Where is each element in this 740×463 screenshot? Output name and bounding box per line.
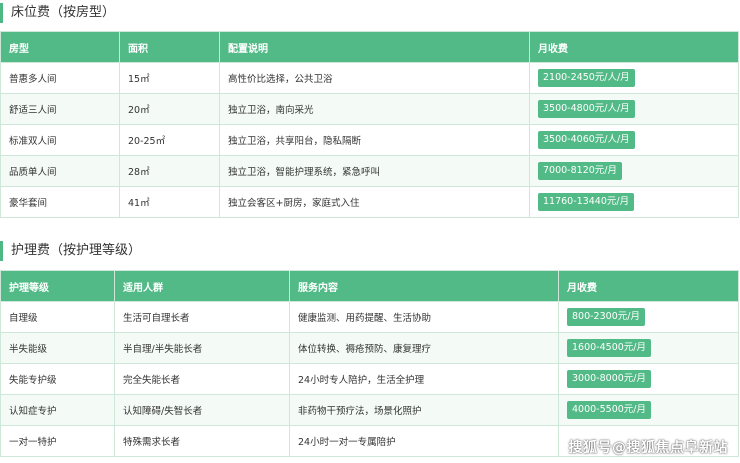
care-level: 认知症专护	[0, 394, 115, 426]
price-cell: 3500-4060元/人/月	[529, 124, 739, 156]
room-config: 独立卫浴，智能护理系统，紧急呼叫	[219, 155, 530, 187]
table-row: 自理级 生活可自理长者 健康监测、用药提醒、生活协助 800-2300元/月	[0, 301, 739, 333]
price-badge: 7000-8120元/月	[538, 162, 622, 180]
target-group: 生活可自理长者	[114, 301, 290, 333]
room-area: 15㎡	[119, 62, 220, 94]
care-fee-table: 护理等级 适用人群 服务内容 月收费 自理级 生活可自理长者 健康监测、用药提醒…	[0, 270, 739, 457]
service-content: 24小时一对一专属陪护	[289, 425, 559, 457]
care-level: 一对一特护	[0, 425, 115, 457]
header-config: 配置说明	[219, 31, 530, 63]
service-content: 健康监测、用药提醒、生活协助	[289, 301, 559, 333]
page: 床位费（按房型） 房型 面积 配置说明 月收费 普惠多人间 15㎡ 高性价比选择…	[0, 0, 740, 463]
price-badge: 11760-13440元/月	[538, 193, 635, 211]
header-monthly-fee: 月收费	[529, 31, 739, 63]
target-group: 特殊需求长者	[114, 425, 290, 457]
target-group: 半自理/半失能长者	[114, 332, 290, 364]
room-area: 20㎡	[119, 93, 220, 125]
header-care-level: 护理等级	[0, 270, 115, 302]
price-cell: 800-2300元/月	[558, 301, 739, 333]
table-row: 普惠多人间 15㎡ 高性价比选择，公共卫浴 2100-2450元/人/月	[0, 62, 739, 94]
price-cell: 4000-5500元/月	[558, 394, 739, 426]
price-cell: 3000-8000元/月	[558, 363, 739, 395]
price-badge: 3500-4060元/人/月	[538, 131, 635, 149]
header-room-type: 房型	[0, 31, 120, 63]
room-type: 标准双人间	[0, 124, 120, 156]
room-config: 独立会客区+厨房，家庭式入住	[219, 186, 530, 218]
room-area: 28㎡	[119, 155, 220, 187]
room-type: 品质单人间	[0, 155, 120, 187]
table-row: 失能专护级 完全失能长者 24小时专人陪护，生活全护理 3000-8000元/月	[0, 363, 739, 395]
care-table-header: 护理等级 适用人群 服务内容 月收费	[0, 270, 739, 302]
room-area: 20-25㎡	[119, 124, 220, 156]
target-group: 完全失能长者	[114, 363, 290, 395]
care-level: 失能专护级	[0, 363, 115, 395]
price-cell: 7000-8120元/月	[529, 155, 739, 187]
care-level: 自理级	[0, 301, 115, 333]
care-section-title: 护理费（按护理等级）	[0, 241, 141, 261]
room-type: 豪华套间	[0, 186, 120, 218]
room-config: 独立卫浴，南向采光	[219, 93, 530, 125]
table-row: 品质单人间 28㎡ 独立卫浴，智能护理系统，紧急呼叫 7000-8120元/月	[0, 155, 739, 187]
target-group: 认知障碍/失智长者	[114, 394, 290, 426]
price-badge: 3500-4800元/人/月	[538, 100, 635, 118]
price-badge: 800-2300元/月	[567, 308, 645, 326]
price-badge: 3000-8000元/月	[567, 370, 651, 388]
header-monthly-fee: 月收费	[558, 270, 739, 302]
service-content: 体位转换、褥疮预防、康复理疗	[289, 332, 559, 364]
room-config: 高性价比选择，公共卫浴	[219, 62, 530, 94]
header-area: 面积	[119, 31, 220, 63]
price-cell: 3500-4800元/人/月	[529, 93, 739, 125]
room-type: 普惠多人间	[0, 62, 120, 94]
price-badge: 1600-4500元/月	[567, 339, 651, 357]
care-level: 半失能级	[0, 332, 115, 364]
bed-fee-table: 房型 面积 配置说明 月收费 普惠多人间 15㎡ 高性价比选择，公共卫浴 210…	[0, 31, 739, 218]
price-cell: 2100-2450元/人/月	[529, 62, 739, 94]
room-config: 独立卫浴，共享阳台，隐私隔断	[219, 124, 530, 156]
price-badge: 2100-2450元/人/月	[538, 69, 635, 87]
price-cell: 11760-13440元/月	[529, 186, 739, 218]
bed-section-title: 床位费（按房型）	[0, 3, 115, 23]
watermark: 搜狐号@搜狐焦点阜新站	[568, 440, 728, 456]
room-type: 舒适三人间	[0, 93, 120, 125]
table-row: 豪华套间 41㎡ 独立会客区+厨房，家庭式入住 11760-13440元/月	[0, 186, 739, 218]
table-row: 标准双人间 20-25㎡ 独立卫浴，共享阳台，隐私隔断 3500-4060元/人…	[0, 124, 739, 156]
table-row: 舒适三人间 20㎡ 独立卫浴，南向采光 3500-4800元/人/月	[0, 93, 739, 125]
service-content: 24小时专人陪护，生活全护理	[289, 363, 559, 395]
price-badge: 4000-5500元/月	[567, 401, 651, 419]
header-service: 服务内容	[289, 270, 559, 302]
bed-table-header: 房型 面积 配置说明 月收费	[0, 31, 739, 63]
header-target-group: 适用人群	[114, 270, 290, 302]
table-row: 认知症专护 认知障碍/失智长者 非药物干预疗法，场景化照护 4000-5500元…	[0, 394, 739, 426]
price-cell: 1600-4500元/月	[558, 332, 739, 364]
room-area: 41㎡	[119, 186, 220, 218]
table-row: 半失能级 半自理/半失能长者 体位转换、褥疮预防、康复理疗 1600-4500元…	[0, 332, 739, 364]
service-content: 非药物干预疗法，场景化照护	[289, 394, 559, 426]
